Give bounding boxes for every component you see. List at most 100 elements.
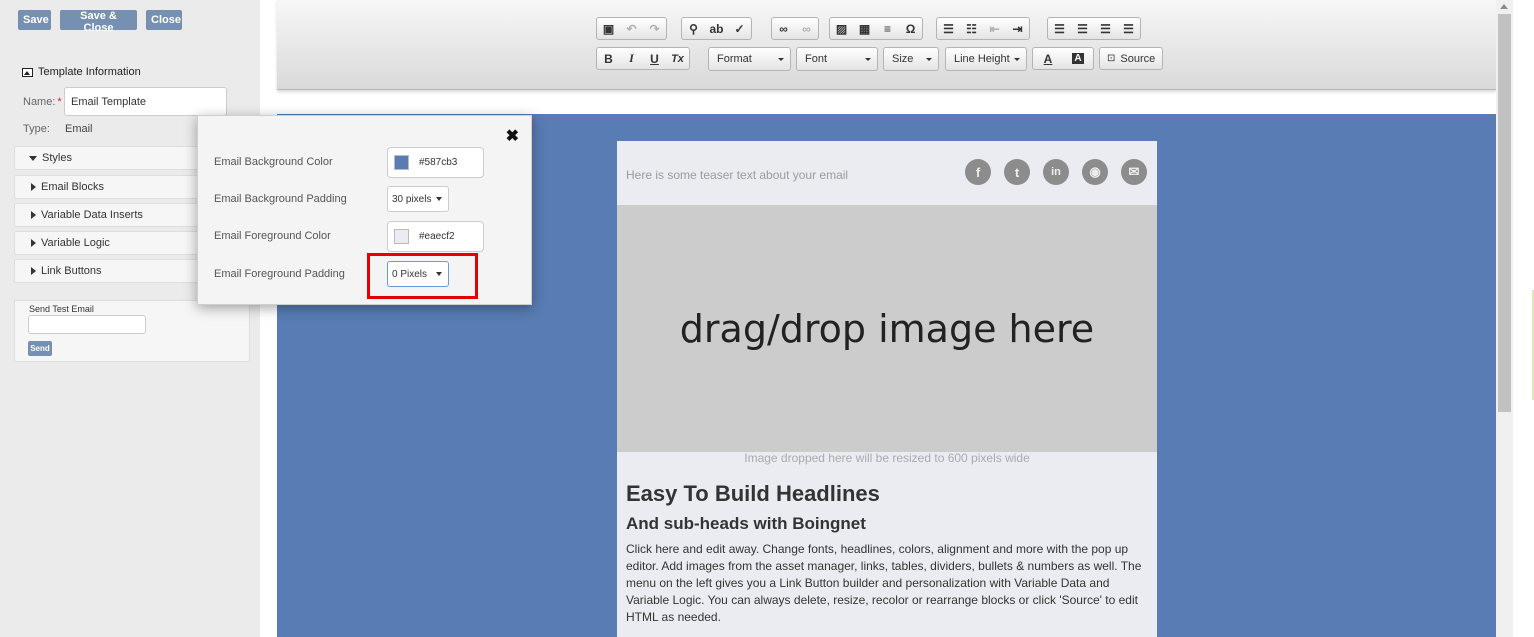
size-dropdown-label: Size <box>892 53 914 65</box>
image-drop-placeholder: drag/drop image here <box>679 306 1095 351</box>
image-caption: Image dropped here will be resized to 60… <box>744 451 1030 465</box>
background-color-icon[interactable]: A <box>1063 48 1093 69</box>
font-dropdown[interactable]: Font <box>796 47 878 71</box>
email-headline[interactable]: Easy To Build Headlines <box>626 481 880 507</box>
send-test-email-label: Send Test Email <box>29 304 94 314</box>
type-value: Email <box>65 123 93 135</box>
size-dropdown[interactable]: Size <box>883 47 939 71</box>
accordion-label: Email Blocks <box>41 181 104 193</box>
editor-toolbar: ▣ ↶ ↷ ⚲ ab ✓ ∞ ∞ ▨ ▦ ≡ Ω ☰ ☷ ⇤ ⇥ ☰ ☰ ☰ ☰… <box>277 0 1496 90</box>
numbered-list-icon[interactable]: ☰ <box>937 18 960 39</box>
type-label: Type: <box>23 123 50 135</box>
save-and-close-button[interactable]: Save & Close <box>60 10 137 34</box>
find-icon[interactable]: ⚲ <box>682 18 705 39</box>
caret-right-icon <box>31 239 36 247</box>
bg-color-swatch[interactable] <box>394 155 409 170</box>
toolbar-group-align: ☰ ☰ ☰ ☰ <box>1047 17 1141 40</box>
spellcheck-icon[interactable]: ✓ <box>728 18 751 39</box>
fg-color-label: Email Foreground Color <box>214 230 331 242</box>
horizontal-line-icon[interactable]: ≡ <box>876 18 899 39</box>
background-color-glyph: A <box>1072 53 1084 64</box>
scrollbar-thumb[interactable] <box>1498 14 1511 412</box>
chevron-down-icon <box>778 58 784 61</box>
name-label: Name: * <box>23 96 62 108</box>
justify-icon[interactable]: ☰ <box>1117 18 1140 39</box>
indent-icon[interactable]: ⇥ <box>1006 18 1029 39</box>
replace-icon[interactable]: ab <box>705 18 728 39</box>
toolbar-group-colors: A A <box>1032 47 1094 70</box>
close-icon[interactable]: ✖ <box>506 126 519 146</box>
send-test-button[interactable]: Send <box>28 341 52 356</box>
toolbar-group-links: ∞ ∞ <box>771 17 819 40</box>
rss-icon[interactable]: ◉ <box>1082 159 1108 185</box>
chevron-down-icon <box>865 58 871 61</box>
test-email-input[interactable] <box>28 315 146 334</box>
format-dropdown[interactable]: Format <box>708 47 791 71</box>
line-height-dropdown[interactable]: Line Height <box>945 47 1027 71</box>
send-test-email-panel: Send Test Email Send <box>14 300 250 362</box>
fg-color-field[interactable]: #eaecf2 <box>387 221 484 252</box>
accordion-label: Variable Data Inserts <box>41 209 143 221</box>
caret-right-icon <box>31 267 36 275</box>
outdent-icon[interactable]: ⇤ <box>983 18 1006 39</box>
close-button[interactable]: Close <box>146 10 182 30</box>
link-icon[interactable]: ∞ <box>772 18 795 39</box>
paste-from-word-icon[interactable]: ▣ <box>597 18 620 39</box>
source-icon: ⊡ <box>1107 53 1116 64</box>
email-subhead[interactable]: And sub-heads with Boingnet <box>626 514 866 534</box>
scroll-up-arrow-icon[interactable] <box>1500 4 1508 9</box>
image-icon[interactable]: ▨ <box>830 18 853 39</box>
email-body-text[interactable]: Click here and edit away. Change fonts, … <box>626 541 1151 626</box>
image-drop-zone[interactable]: drag/drop image here <box>617 205 1157 452</box>
styles-popup: ✖ Email Background Color #587cb3 Email B… <box>197 115 532 305</box>
unlink-icon[interactable]: ∞ <box>795 18 818 39</box>
toolbar-group-lists: ☰ ☷ ⇤ ⇥ <box>936 17 1030 40</box>
email-icon[interactable]: ✉ <box>1121 159 1147 185</box>
fg-color-swatch[interactable] <box>394 229 409 244</box>
template-name-input[interactable] <box>64 87 227 116</box>
align-right-icon[interactable]: ☰ <box>1094 18 1117 39</box>
picture-icon <box>22 67 33 77</box>
caret-down-icon <box>29 155 37 161</box>
required-marker: * <box>57 96 62 108</box>
caret-right-icon <box>31 211 36 219</box>
remove-format-icon[interactable]: Tx <box>666 48 689 69</box>
bold-icon[interactable]: B <box>597 48 620 69</box>
bg-color-field[interactable]: #587cb3 <box>387 147 484 178</box>
caret-right-icon <box>31 183 36 191</box>
format-dropdown-label: Format <box>717 53 752 65</box>
special-char-icon[interactable]: Ω <box>899 18 922 39</box>
redo-icon[interactable]: ↷ <box>643 18 666 39</box>
tumblr-icon[interactable]: t <box>1004 159 1030 185</box>
accordion-label: Styles <box>42 152 72 164</box>
chevron-down-icon <box>436 197 442 201</box>
font-dropdown-label: Font <box>805 53 828 65</box>
accordion-label: Link Buttons <box>41 265 102 277</box>
bg-padding-label: Email Background Padding <box>214 193 347 205</box>
underline-icon[interactable]: U <box>643 48 666 69</box>
bg-padding-value: 30 pixels <box>392 193 432 205</box>
template-information-header: Template Information <box>22 66 141 78</box>
align-center-icon[interactable]: ☰ <box>1071 18 1094 39</box>
table-icon[interactable]: ▦ <box>853 18 876 39</box>
linkedin-icon[interactable]: in <box>1043 159 1069 185</box>
align-left-icon[interactable]: ☰ <box>1048 18 1071 39</box>
save-button[interactable]: Save <box>18 10 51 30</box>
bullet-list-icon[interactable]: ☷ <box>960 18 983 39</box>
italic-icon[interactable]: I <box>620 48 643 69</box>
facebook-icon[interactable]: f <box>965 159 991 185</box>
email-foreground-card[interactable]: Here is some teaser text about your emai… <box>617 141 1157 637</box>
text-color-icon[interactable]: A <box>1033 48 1063 69</box>
source-button-label: Source <box>1120 52 1156 65</box>
highlight-annotation <box>367 253 478 299</box>
teaser-text[interactable]: Here is some teaser text about your emai… <box>626 168 848 182</box>
bg-color-value: #587cb3 <box>419 157 458 168</box>
source-button[interactable]: ⊡ Source <box>1099 47 1164 70</box>
template-information-title: Template Information <box>38 66 141 78</box>
chevron-down-icon <box>1014 58 1020 61</box>
undo-icon[interactable]: ↶ <box>620 18 643 39</box>
fg-color-value: #eaecf2 <box>419 231 455 242</box>
bg-padding-select[interactable]: 30 pixels <box>387 186 449 212</box>
chevron-down-icon <box>926 58 932 61</box>
bg-color-label: Email Background Color <box>214 156 333 168</box>
